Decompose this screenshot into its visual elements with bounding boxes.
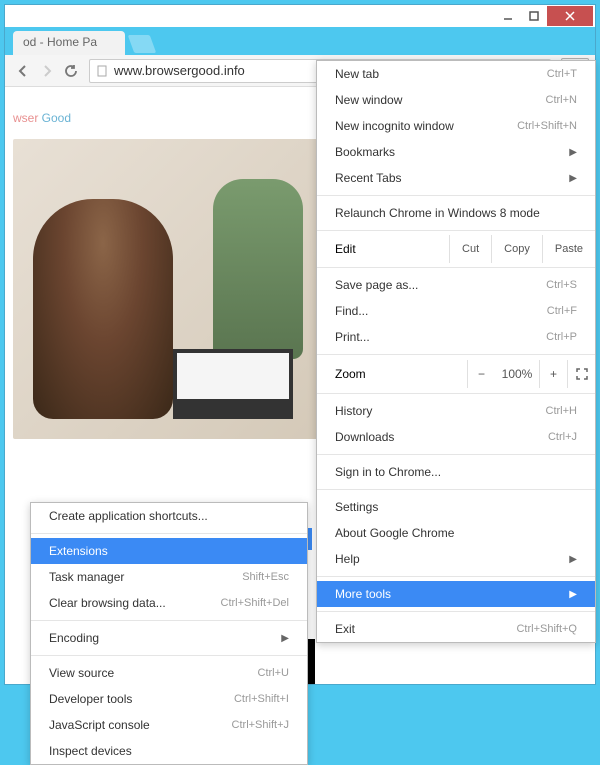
zoom-out-button[interactable]: − [467, 360, 495, 388]
zoom-value: 100% [495, 367, 539, 381]
submenu-inspect-devices[interactable]: Inspect devices [31, 738, 307, 764]
menu-separator [317, 354, 595, 355]
menu-save-as[interactable]: Save page as...Ctrl+S [317, 272, 595, 298]
menu-separator [31, 533, 307, 534]
menu-edit-row: Edit Cut Copy Paste [317, 235, 595, 263]
submenu-extensions[interactable]: Extensions [31, 538, 307, 564]
menu-bookmarks[interactable]: Bookmarks▶ [317, 139, 595, 165]
zoom-in-button[interactable]: + [539, 360, 567, 388]
submenu-clear-data[interactable]: Clear browsing data...Ctrl+Shift+Del [31, 590, 307, 616]
chevron-right-icon: ▶ [569, 173, 577, 184]
page-icon [96, 65, 108, 77]
menu-new-incognito[interactable]: New incognito windowCtrl+Shift+N [317, 113, 595, 139]
menu-separator [317, 230, 595, 231]
chevron-right-icon: ▶ [569, 147, 577, 158]
menu-exit[interactable]: ExitCtrl+Shift+Q [317, 616, 595, 642]
menu-relaunch[interactable]: Relaunch Chrome in Windows 8 mode [317, 200, 595, 226]
menu-separator [317, 267, 595, 268]
edit-label: Edit [335, 242, 449, 256]
chrome-main-menu: New tabCtrl+T New windowCtrl+N New incog… [316, 60, 596, 643]
chevron-right-icon: ▶ [281, 633, 289, 644]
cut-button[interactable]: Cut [449, 235, 491, 263]
reload-button[interactable] [59, 59, 83, 83]
menu-about[interactable]: About Google Chrome [317, 520, 595, 546]
menu-recent-tabs[interactable]: Recent Tabs▶ [317, 165, 595, 191]
menu-new-window[interactable]: New windowCtrl+N [317, 87, 595, 113]
submenu-task-manager[interactable]: Task managerShift+Esc [31, 564, 307, 590]
more-tools-submenu: Create application shortcuts... Extensio… [30, 502, 308, 765]
menu-separator [317, 393, 595, 394]
chevron-right-icon: ▶ [569, 554, 577, 565]
browser-tab[interactable]: od - Home Pa [13, 31, 125, 55]
titlebar [5, 5, 595, 27]
submenu-js-console[interactable]: JavaScript consoleCtrl+Shift+J [31, 712, 307, 738]
submenu-create-shortcuts[interactable]: Create application shortcuts... [31, 503, 307, 529]
hero-image [13, 139, 333, 439]
maximize-button[interactable] [521, 6, 547, 26]
back-button[interactable] [11, 59, 35, 83]
fullscreen-button[interactable] [567, 360, 595, 388]
menu-more-tools[interactable]: More tools▶ [317, 581, 595, 607]
menu-help[interactable]: Help▶ [317, 546, 595, 572]
menu-separator [317, 611, 595, 612]
menu-history[interactable]: HistoryCtrl+H [317, 398, 595, 424]
menu-separator [31, 620, 307, 621]
forward-button[interactable] [35, 59, 59, 83]
copy-button[interactable]: Copy [491, 235, 542, 263]
site-logo: wser Good [13, 97, 313, 129]
submenu-view-source[interactable]: View sourceCtrl+U [31, 660, 307, 686]
submenu-dev-tools[interactable]: Developer toolsCtrl+Shift+I [31, 686, 307, 712]
zoom-label: Zoom [335, 367, 467, 381]
menu-print[interactable]: Print...Ctrl+P [317, 324, 595, 350]
menu-separator [31, 655, 307, 656]
menu-separator [317, 195, 595, 196]
chevron-right-icon: ▶ [569, 589, 577, 600]
paste-button[interactable]: Paste [542, 235, 595, 263]
tab-strip: od - Home Pa [5, 27, 595, 55]
menu-separator [317, 489, 595, 490]
menu-signin[interactable]: Sign in to Chrome... [317, 459, 595, 485]
menu-new-tab[interactable]: New tabCtrl+T [317, 61, 595, 87]
menu-separator [317, 576, 595, 577]
minimize-button[interactable] [495, 6, 521, 26]
submenu-encoding[interactable]: Encoding▶ [31, 625, 307, 651]
menu-settings[interactable]: Settings [317, 494, 595, 520]
menu-downloads[interactable]: DownloadsCtrl+J [317, 424, 595, 450]
new-tab-button[interactable] [128, 35, 157, 53]
menu-separator [317, 454, 595, 455]
hero-section: wser Good [13, 97, 313, 439]
menu-zoom-row: Zoom − 100% + [317, 359, 595, 389]
close-button[interactable] [547, 6, 593, 26]
menu-find[interactable]: Find...Ctrl+F [317, 298, 595, 324]
